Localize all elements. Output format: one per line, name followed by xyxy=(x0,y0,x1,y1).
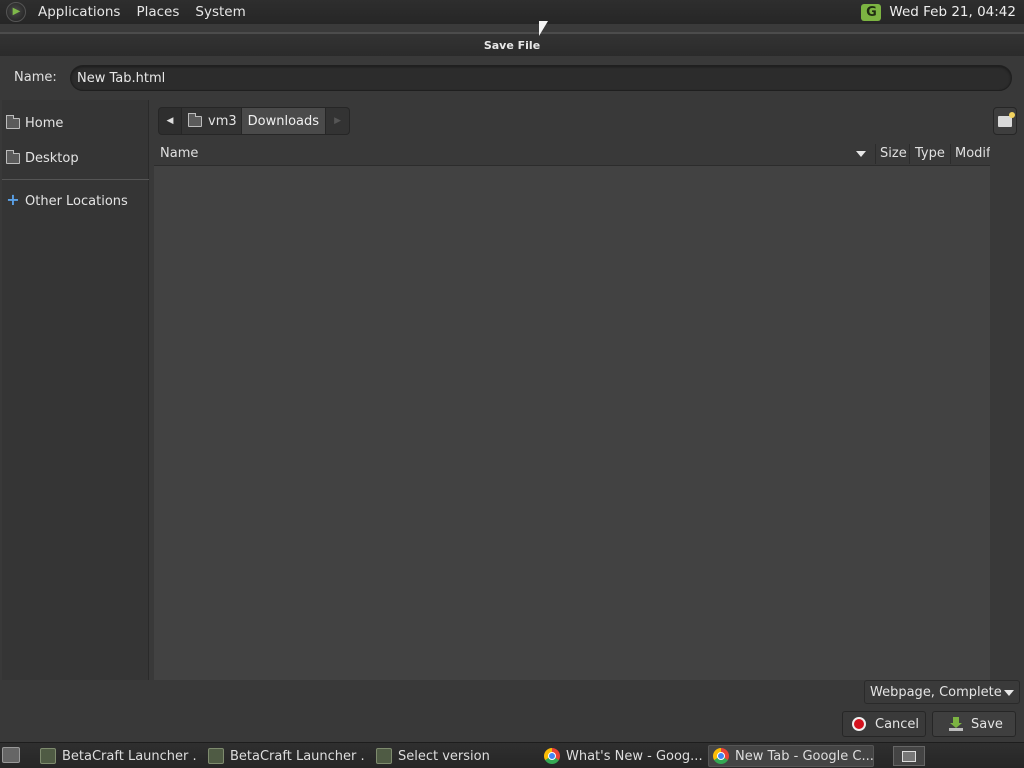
taskbar-item-new-tab[interactable]: New Tab - Google C... xyxy=(708,745,874,767)
taskbar-item-label: New Tab - Google C... xyxy=(735,748,874,764)
path-bar: ◀ vm3 Downloads ▶ xyxy=(158,106,351,136)
file-type-select[interactable]: Webpage, Complete xyxy=(864,680,1020,704)
cancel-button[interactable]: Cancel xyxy=(842,711,926,737)
taskbar-item-label: BetaCraft Launcher ... xyxy=(62,748,198,764)
home-folder-icon xyxy=(6,114,20,129)
clock[interactable]: Wed Feb 21, 04:42 xyxy=(889,4,1016,20)
home-folder-icon xyxy=(188,112,202,127)
places-sidebar: Home Desktop + Other Locations xyxy=(2,100,149,680)
sidebar-item-home[interactable]: Home xyxy=(6,112,63,134)
save-button[interactable]: Save xyxy=(932,711,1016,737)
column-divider xyxy=(875,144,876,164)
cancel-label: Cancel xyxy=(875,716,920,732)
betacraft-icon xyxy=(40,748,56,764)
taskbar: BetaCraft Launcher ... BetaCraft Launche… xyxy=(0,742,1024,768)
menu-system[interactable]: System xyxy=(191,0,249,24)
menu-places[interactable]: Places xyxy=(132,0,183,24)
desktop-folder-icon xyxy=(6,149,20,164)
taskbar-item-label: Select version xyxy=(398,748,490,764)
name-row: Name: xyxy=(0,64,1024,92)
column-divider xyxy=(950,144,951,164)
scrollbar-area[interactable] xyxy=(990,142,1024,680)
path-button-downloads[interactable]: Downloads xyxy=(241,107,327,135)
sidebar-item-label: Other Locations xyxy=(25,193,128,209)
betacraft-icon xyxy=(376,748,392,764)
save-label: Save xyxy=(971,716,1003,732)
download-icon xyxy=(949,717,963,731)
name-label: Name: xyxy=(14,70,57,85)
column-header-type[interactable]: Type xyxy=(915,146,945,161)
create-folder-button[interactable] xyxy=(993,107,1017,135)
file-type-value: Webpage, Complete xyxy=(870,684,1002,700)
path-forward-chevron-icon[interactable]: ▶ xyxy=(326,107,351,135)
sidebar-item-other-locations[interactable]: + Other Locations xyxy=(6,190,128,212)
path-back-chevron-icon[interactable]: ◀ xyxy=(158,107,182,135)
cancel-icon xyxy=(852,717,866,731)
column-header-name[interactable]: Name xyxy=(160,146,198,161)
update-tray-icon[interactable]: G xyxy=(861,3,882,21)
panel-tray: G Wed Feb 21, 04:42 xyxy=(861,0,1016,24)
taskbar-item-select-version[interactable]: Select version xyxy=(372,745,534,767)
column-divider xyxy=(909,144,910,164)
taskbar-item-label: BetaCraft Launcher ... xyxy=(230,748,366,764)
top-panel: ▶ Applications Places System G Wed Feb 2… xyxy=(0,0,1024,24)
taskbar-item-betacraft-2[interactable]: BetaCraft Launcher ... xyxy=(204,745,366,767)
file-list-header: Name Size Type Modif xyxy=(154,142,991,166)
filename-input[interactable] xyxy=(70,65,1012,91)
workspace-switcher[interactable] xyxy=(893,746,925,766)
taskbar-item-betacraft-1[interactable]: BetaCraft Launcher ... xyxy=(36,745,198,767)
menu-applications[interactable]: Applications xyxy=(34,0,124,24)
chrome-icon xyxy=(544,748,560,764)
chrome-icon xyxy=(713,748,729,764)
path-label: vm3 xyxy=(208,113,237,129)
new-folder-icon xyxy=(998,111,1015,127)
dialog-titlebar[interactable]: Save File xyxy=(0,32,1024,56)
save-file-dialog: Save File Name: Home Desktop + Other Loc… xyxy=(0,32,1024,742)
column-header-size[interactable]: Size xyxy=(880,146,907,161)
workspace-icon xyxy=(902,750,916,762)
dialog-title: Save File xyxy=(483,39,541,52)
show-desktop-folder-icon[interactable] xyxy=(2,747,20,763)
column-header-modified[interactable]: Modif xyxy=(955,146,991,161)
sort-descending-icon[interactable] xyxy=(856,151,866,157)
betacraft-icon xyxy=(208,748,224,764)
plus-icon: + xyxy=(6,190,20,209)
taskbar-item-whats-new[interactable]: What's New - Goog... xyxy=(540,745,702,767)
distro-logo-icon[interactable]: ▶ xyxy=(6,2,26,22)
file-list[interactable]: Name Size Type Modif xyxy=(154,142,991,680)
sidebar-item-label: Home xyxy=(25,115,64,131)
mouse-cursor-icon xyxy=(539,21,548,36)
sidebar-divider xyxy=(2,179,149,180)
taskbar-item-label: What's New - Goog... xyxy=(566,748,702,764)
sidebar-item-label: Desktop xyxy=(25,150,79,166)
chevron-down-icon xyxy=(1004,690,1014,696)
path-button-vm3[interactable]: vm3 xyxy=(182,107,242,135)
sidebar-item-desktop[interactable]: Desktop xyxy=(6,147,79,169)
path-label: Downloads xyxy=(247,113,320,129)
